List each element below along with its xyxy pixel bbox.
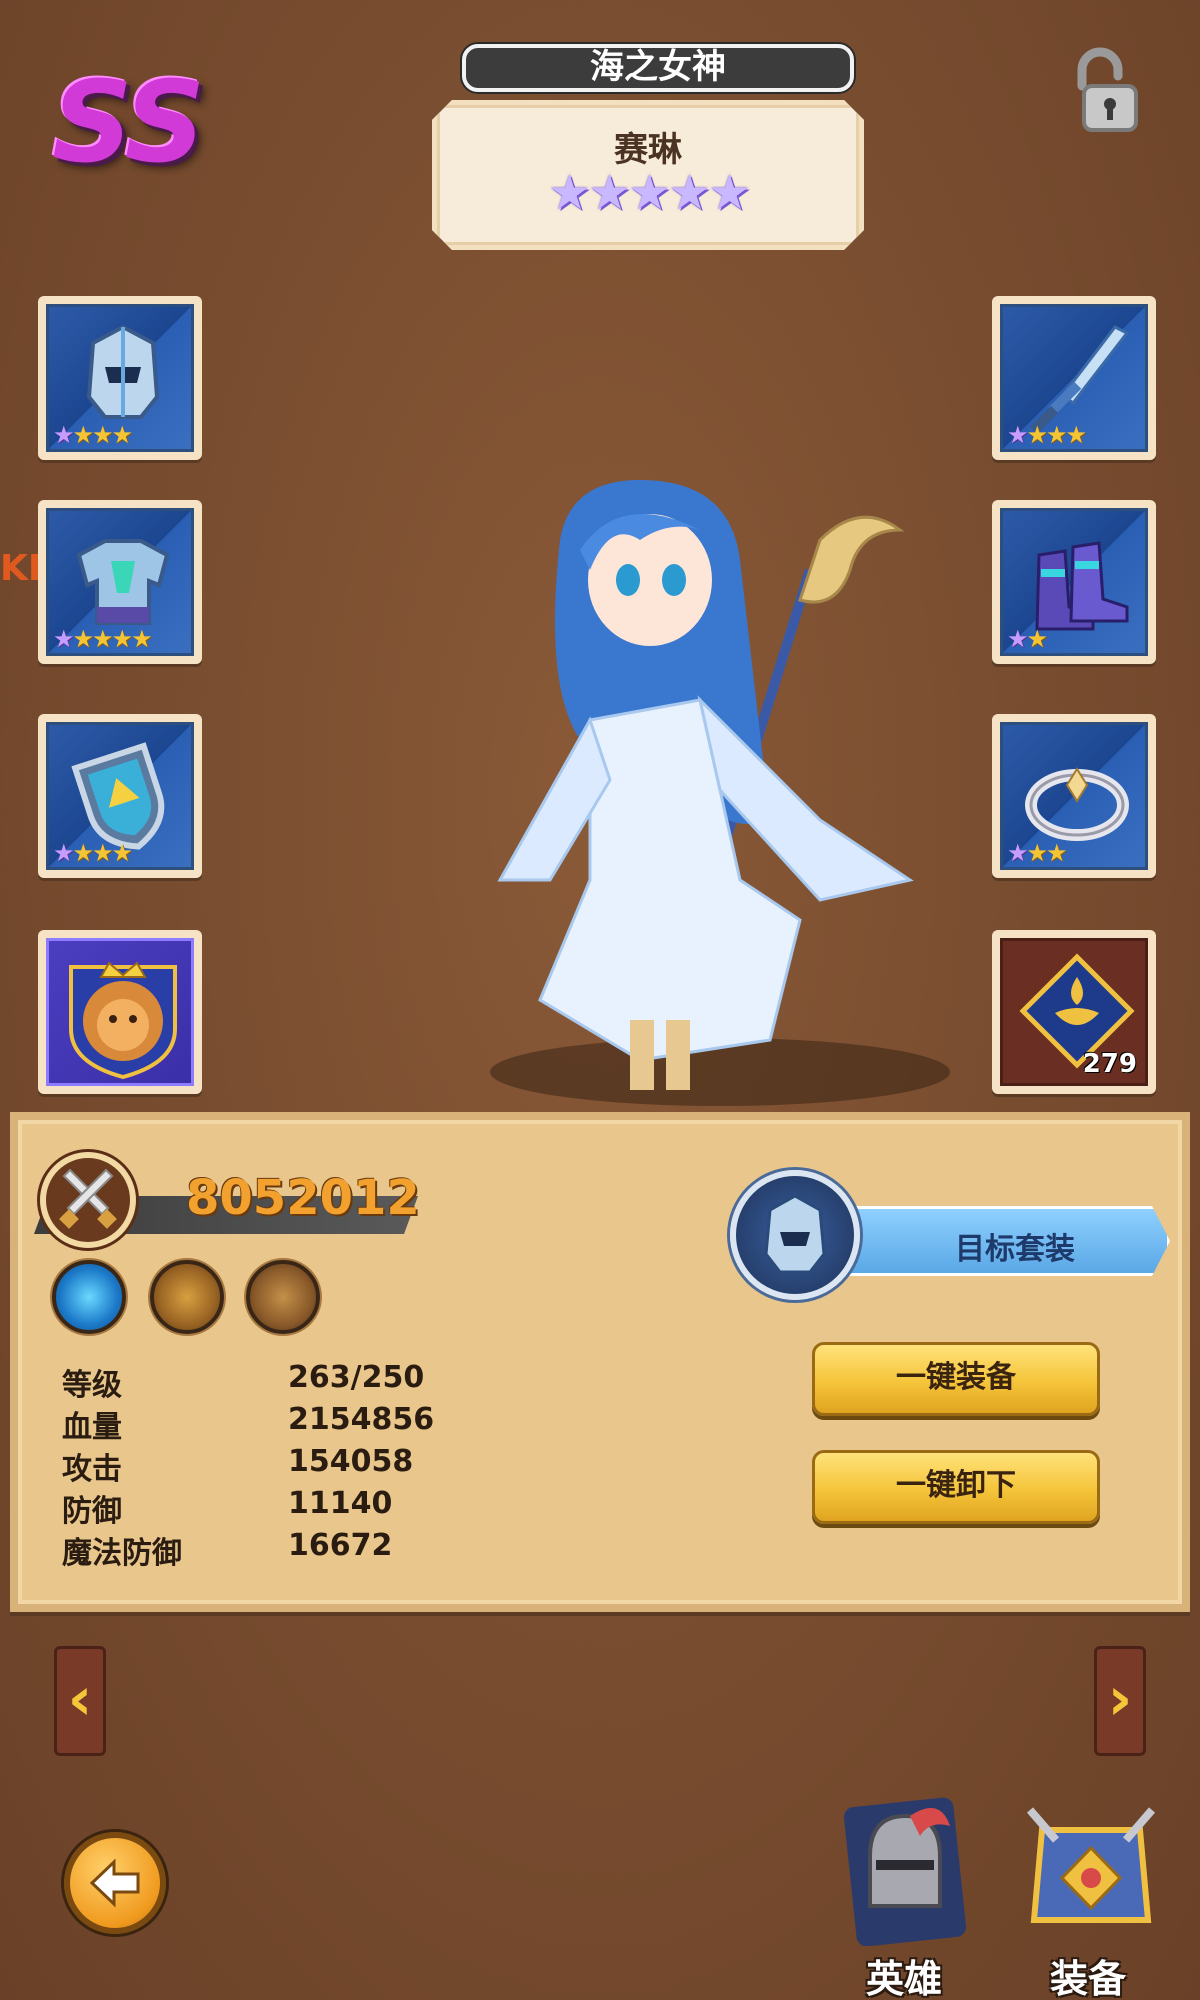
back-arrow-icon: [89, 1858, 140, 1908]
star-icon: ★: [708, 165, 752, 221]
equip-slot-armor[interactable]: ★ ★ ★ ★ ★: [38, 500, 202, 664]
stat-label-attack: 攻击: [62, 1452, 122, 1487]
target-set-helmet-icon[interactable]: [730, 1170, 860, 1300]
armor-icon: ★ ★ ★ ★ ★: [46, 508, 194, 656]
star-icon: ★: [628, 165, 672, 221]
hero-title: 海之女神: [462, 44, 854, 92]
lion-emblem-icon: [46, 938, 194, 1086]
water-skill-icon[interactable]: [52, 1260, 126, 1334]
chevron-left-icon: ‹: [67, 1664, 93, 1734]
equip-slot-sword[interactable]: ★ ★ ★ ★: [992, 296, 1156, 460]
slot-stars: ★ ★ ★ ★: [53, 421, 134, 449]
equip-all-button[interactable]: 一键装备: [812, 1342, 1100, 1416]
star-icon: ★: [588, 165, 632, 221]
helmet-icon: ★ ★ ★ ★: [46, 304, 194, 452]
slot-stars: ★ ★ ★ ★: [53, 839, 134, 867]
wand-skill-icon[interactable]: [246, 1260, 320, 1334]
stat-label-hp: 血量: [62, 1410, 122, 1445]
slot-stars: ★ ★ ★ ★: [1007, 421, 1088, 449]
sword-icon: ★ ★ ★ ★: [1000, 304, 1148, 452]
hero-name: 赛琳: [614, 130, 682, 170]
unequip-all-button[interactable]: 一键卸下: [812, 1450, 1100, 1524]
stat-label-defense: 防御: [62, 1494, 122, 1529]
equip-slot-shield[interactable]: ★ ★ ★ ★: [38, 714, 202, 878]
slot-stars: ★ ★ ★ ★ ★: [53, 625, 153, 653]
star-icon: ★: [548, 165, 592, 221]
stat-value-level: 263/250: [288, 1360, 425, 1395]
chevron-right-icon: ›: [1107, 1664, 1133, 1734]
tab-hero-label[interactable]: 英雄: [866, 1948, 942, 2000]
tab-hero[interactable]: [840, 1796, 970, 1947]
knight-helmet-icon: [843, 1797, 967, 1947]
tab-equipment-label[interactable]: 装备: [1050, 1948, 1126, 2000]
next-hero-button[interactable]: ›: [1094, 1646, 1146, 1756]
lock-icon[interactable]: [1062, 46, 1146, 136]
tab-equipment[interactable]: [1016, 1800, 1166, 1950]
combat-power-value: 8052012: [186, 1170, 420, 1226]
equip-slot-helmet[interactable]: ★ ★ ★ ★: [38, 296, 202, 460]
hero-stars: ★ ★ ★ ★ ★: [548, 165, 752, 221]
shield-icon: ★ ★ ★ ★: [46, 722, 194, 870]
treasure-chest-icon: [1026, 1807, 1156, 1923]
rank-badge: SS: [52, 58, 205, 188]
hero-character-image: [440, 460, 1040, 1120]
stat-label-level: 等级: [62, 1368, 122, 1403]
target-set-label: 目标套装: [955, 1232, 1075, 1267]
stat-value-defense: 11140: [288, 1486, 393, 1521]
stat-value-attack: 154058: [288, 1444, 414, 1479]
equip-slot-emblem[interactable]: [38, 930, 202, 1094]
back-button[interactable]: [64, 1832, 166, 1934]
star-icon: ★: [668, 165, 712, 221]
stat-value-hp: 2154856: [288, 1402, 435, 1437]
stat-label-magic-defense: 魔法防御: [62, 1536, 182, 1571]
staff-skill-icon[interactable]: [150, 1260, 224, 1334]
previous-hero-button[interactable]: ‹: [54, 1646, 106, 1756]
rune-count: 279: [1082, 1049, 1137, 1079]
stat-value-magic-defense: 16672: [288, 1528, 393, 1563]
crossed-swords-icon: [40, 1152, 136, 1248]
